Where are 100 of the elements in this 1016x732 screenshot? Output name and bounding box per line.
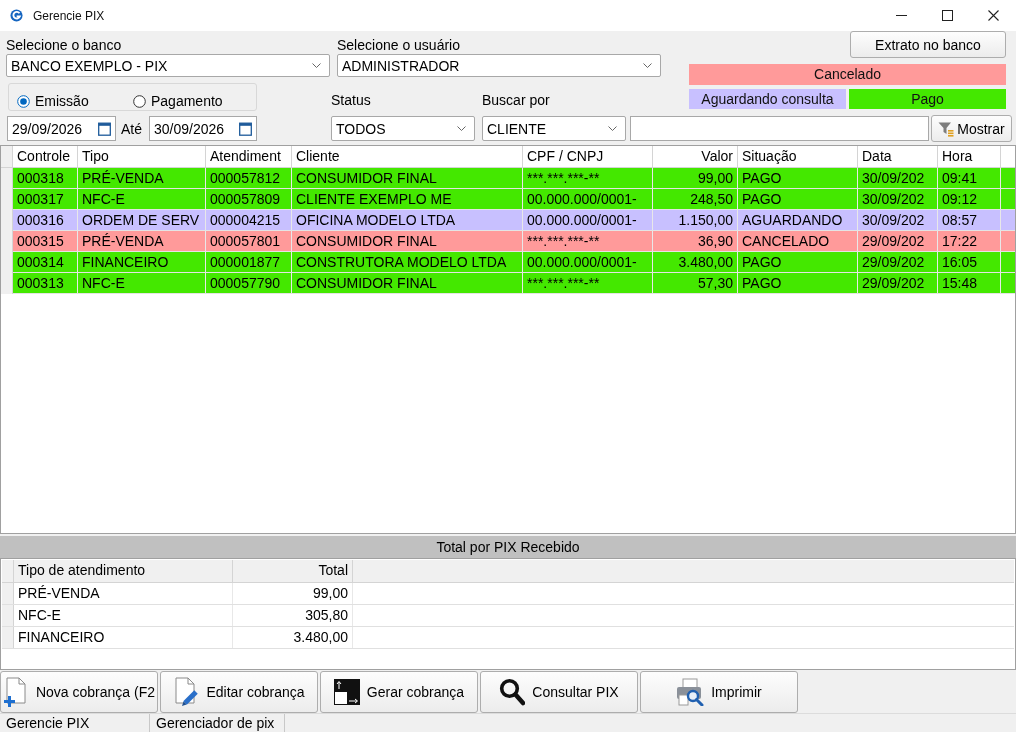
column-header: Controle	[13, 146, 78, 167]
table-cell: 000004215	[206, 210, 292, 230]
calendar-icon[interactable]	[239, 121, 252, 136]
column-header: Total	[233, 560, 353, 582]
table-cell: CLIENTE EXEMPLO ME	[292, 189, 523, 209]
maximize-icon	[941, 10, 953, 21]
table-cell: 00.000.000/0001-	[523, 210, 653, 230]
table-cell: FINANCEIRO	[14, 627, 233, 648]
table-row[interactable]: 000314 FINANCEIRO 000001877 CONSTRUTORA MODELO LTDA 00.000.000/0001- 3.480,00 PAGO 29/09/202 16:05	[13, 252, 1015, 273]
bank-dropdown[interactable]: BANCO EXEMPLO - PIX	[6, 54, 330, 77]
table-cell: 16:05	[938, 252, 1001, 272]
table-cell: 30/09/202	[858, 210, 938, 230]
window-title: Gerencie PIX	[33, 8, 105, 23]
calendar-icon[interactable]	[98, 121, 111, 136]
table-cell: PRÉ-VENDA	[14, 583, 233, 604]
table-cell: CONSTRUTORA MODELO LTDA	[292, 252, 523, 272]
action-button[interactable]: Editar cobrança	[160, 671, 318, 713]
caret-icon	[457, 126, 466, 131]
table-cell: 248,50	[653, 189, 738, 209]
table-row[interactable]: 000313 NFC-E 000057790 CONSUMIDOR FINAL ***.***.***-** 57,30 PAGO 29/09/202 15:48	[13, 273, 1015, 294]
field-label: Até	[121, 120, 143, 137]
bank-statement-button[interactable]: Extrato no banco	[850, 31, 1006, 58]
table-cell: 000314	[13, 252, 78, 272]
caret-icon	[643, 63, 652, 68]
row-header[interactable]	[1, 168, 13, 189]
search-field[interactable]	[630, 116, 929, 141]
action-button[interactable]: Imprimir	[640, 671, 798, 713]
table-cell: 29/09/202	[858, 252, 938, 272]
table-cell: CANCELADO	[738, 231, 858, 251]
table-cell: 30/09/202	[858, 168, 938, 188]
close-icon	[987, 10, 999, 21]
caret-icon	[312, 63, 321, 68]
table-cell: 09:12	[938, 189, 1001, 209]
table-cell: 3.480,00	[233, 627, 353, 648]
column-header: Atendiment	[206, 146, 292, 167]
table-cell: 29/09/202	[858, 273, 938, 293]
row-header[interactable]	[2, 605, 14, 626]
table-cell: FINANCEIRO	[78, 252, 206, 272]
action-button[interactable]: Nova cobrança (F2	[0, 671, 158, 713]
table-cell: PAGO	[738, 273, 858, 293]
table-row[interactable]: 000315 PRÉ-VENDA 000057801 CONSUMIDOR FINAL ***.***.***-** 36,90 CANCELADO 29/09/202 17:22	[13, 231, 1015, 252]
row-header[interactable]	[2, 583, 14, 604]
column-header: Data	[858, 146, 938, 167]
table-cell: 000001877	[206, 252, 292, 272]
table-cell: 30/09/202	[858, 189, 938, 209]
field-label: Selecione o banco	[6, 37, 123, 54]
table-cell: 29/09/202	[858, 231, 938, 251]
table-cell: 000057812	[206, 168, 292, 188]
table-row[interactable]: 000317 NFC-E 000057809 CLIENTE EXEMPLO ME 00.000.000/0001- 248,50 PAGO 30/09/202 09:12	[13, 189, 1015, 210]
table-cell: 57,30	[653, 273, 738, 293]
date-field[interactable]: 29/09/2026	[7, 116, 116, 141]
user-dropdown[interactable]: ADMINISTRADOR	[337, 54, 661, 77]
edit-document-icon	[173, 677, 200, 707]
action-button[interactable]: Consultar PIX	[480, 671, 638, 713]
column-header: Situação	[738, 146, 858, 167]
table-row[interactable]: 000316 ORDEM DE SERV 000004215 OFICINA MODELO LTDA 00.000.000/0001- 1.150,00 AGUARDANDO 30/09/202 08:57	[13, 210, 1015, 231]
show-button[interactable]: Mostrar	[931, 115, 1012, 142]
row-header[interactable]	[1, 273, 13, 294]
radio-option[interactable]: Emissão	[17, 93, 133, 110]
column-header: Cliente	[292, 146, 523, 167]
status-legend: Aguardando consulta	[689, 89, 846, 109]
arrows-square-icon	[333, 677, 360, 707]
app-logo-icon	[10, 9, 23, 22]
row-header[interactable]	[2, 627, 14, 648]
table-cell: ORDEM DE SERV	[78, 210, 206, 230]
filter-icon	[938, 120, 955, 137]
column-header: Tipo de atendimento	[14, 560, 233, 582]
status-legend: Cancelado	[689, 64, 1006, 85]
table-cell: OFICINA MODELO LTDA	[292, 210, 523, 230]
column-header: Valor	[653, 146, 738, 167]
column-header: Tipo	[78, 146, 206, 167]
table-cell: AGUARDANDO	[738, 210, 858, 230]
field-label: Buscar por	[482, 92, 550, 109]
caret-icon	[608, 126, 617, 131]
table-cell: 000057790	[206, 273, 292, 293]
new-document-icon	[2, 677, 29, 707]
status-text: Gerencie PIX	[0, 714, 150, 732]
status-legend: Pago	[849, 89, 1006, 109]
column-header: CPF / CNPJ	[523, 146, 653, 167]
status-text: Gerenciador de pix	[150, 714, 285, 732]
table-cell: 09:41	[938, 168, 1001, 188]
table-cell: 000316	[13, 210, 78, 230]
table-cell: PAGO	[738, 168, 858, 188]
date-field[interactable]: 30/09/2026	[149, 116, 257, 141]
table-cell: ***.***.***-**	[523, 273, 653, 293]
table-cell: 36,90	[653, 231, 738, 251]
table-cell: 000315	[13, 231, 78, 251]
search-by-dropdown[interactable]: CLIENTE	[482, 116, 626, 141]
status-dropdown[interactable]: TODOS	[331, 116, 475, 141]
radio-option[interactable]: Pagamento	[133, 93, 223, 110]
field-label: Status	[331, 92, 372, 109]
printer-magnifier-icon	[676, 678, 705, 706]
table-cell: PAGO	[738, 252, 858, 272]
table-cell: 99,00	[653, 168, 738, 188]
table-row[interactable]: 000318 PRÉ-VENDA 000057812 CONSUMIDOR FINAL ***.***.***-** 99,00 PAGO 30/09/202 09:41	[13, 168, 1015, 189]
action-button[interactable]: Gerar cobrança	[320, 671, 478, 713]
table-cell: NFC-E	[78, 189, 206, 209]
table-cell: 1.150,00	[653, 210, 738, 230]
table-cell: CONSUMIDOR FINAL	[292, 168, 523, 188]
table-cell: 000317	[13, 189, 78, 209]
